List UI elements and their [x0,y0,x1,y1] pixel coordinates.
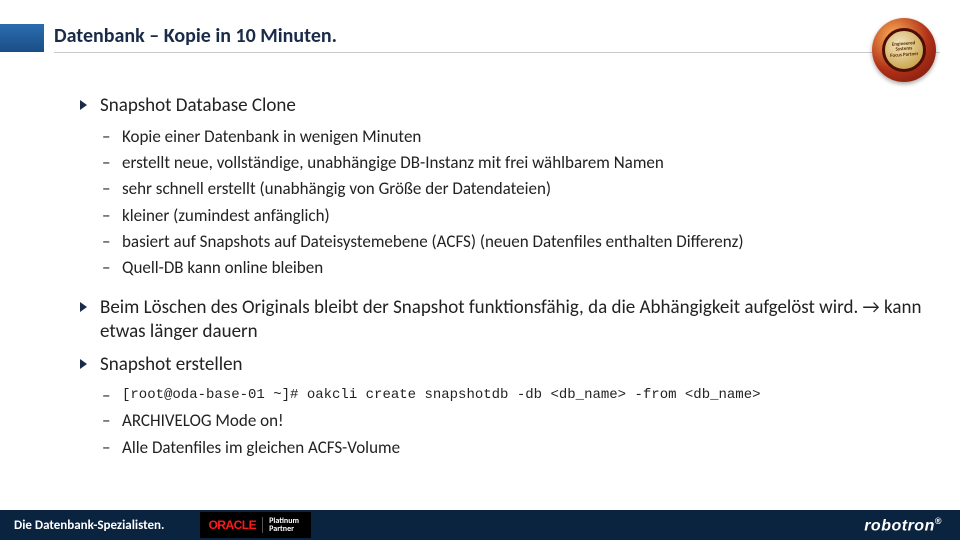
title-bar: Datenbank – Kopie in 10 Minuten. [0,24,960,58]
sub-item: –erstellt neue, vollständige, unabhängig… [80,150,932,176]
triangle-icon [80,359,87,369]
dash-icon: – [102,381,110,412]
sub-item-text: Kopie einer Datenbank in wenigen Minuten [122,126,421,147]
title-underline [54,52,940,53]
slide-content: Snapshot Database Clone –Kopie einer Dat… [80,94,932,461]
badge-inner: Engineered SystemsFocus Partner [882,28,926,72]
sub-item-text: Alle Datenfiles im gleichen ACFS-Volume [122,437,400,458]
dash-icon: – [102,176,110,202]
title-accent-block [0,24,44,52]
sub-item: –Quell-DB kann online bleiben [80,255,932,281]
sub-item-text: sehr schnell erstellt (unabhängig von Gr… [122,178,551,199]
slide-title: Datenbank – Kopie in 10 Minuten. [54,24,337,48]
sub-item: –sehr schnell erstellt (unabhängig von G… [80,176,932,202]
sub-list: –Kopie einer Datenbank in wenigen Minute… [80,124,932,282]
sub-item: –Kopie einer Datenbank in wenigen Minute… [80,124,932,150]
badge-text: Engineered SystemsFocus Partner [884,41,923,59]
bullet-delete-original: Beim Löschen des Originals bleibt der Sn… [80,296,932,344]
oracle-partner-badge: ORACLE PlatinumPartner [200,512,311,538]
oracle-logo: ORACLE [208,518,256,532]
bullet-text: Snapshot erstellen [100,353,243,376]
dash-icon: – [102,255,110,281]
partner-badge: Engineered SystemsFocus Partner [872,18,936,82]
dash-icon: – [102,203,110,229]
bullet-text: Beim Löschen des Originals bleibt der Sn… [100,296,921,343]
sub-item-text: ARCHIVELOG Mode on! [122,410,284,431]
bullet-snapshot-clone: Snapshot Database Clone [80,94,932,118]
dash-icon: – [102,408,110,434]
sub-item-command: –[root@oda-base-01 ~]# oakcli create sna… [80,383,932,408]
oracle-partner-text: PlatinumPartner [262,517,299,533]
sub-item: –Alle Datenfiles im gleichen ACFS-Volume [80,435,932,461]
sub-item-text: kleiner (zumindest anfänglich) [122,205,330,226]
sub-item-text: basiert auf Snapshots auf Dateisystemebe… [122,231,744,252]
sub-item-text: erstellt neue, vollständige, unabhängige… [122,152,664,173]
footer-bar: Die Datenbank-Spezialisten. ORACLE Plati… [0,510,960,540]
sub-item-text: Quell-DB kann online bleiben [122,257,323,278]
bullet-text: Snapshot Database Clone [100,94,296,117]
footer-tagline: Die Datenbank-Spezialisten. [0,518,164,533]
triangle-icon [80,100,87,110]
dash-icon: – [102,124,110,150]
triangle-icon [80,302,87,312]
sub-item: –kleiner (zumindest anfänglich) [80,203,932,229]
sub-list: –[root@oda-base-01 ~]# oakcli create sna… [80,383,932,461]
command-text: [root@oda-base-01 ~]# oakcli create snap… [122,387,761,403]
bullet-create-snapshot: Snapshot erstellen [80,353,932,377]
robotron-logo: robotron® [864,516,942,535]
dash-icon: – [102,150,110,176]
dash-icon: – [102,435,110,461]
sub-item: –basiert auf Snapshots auf Dateisystemeb… [80,229,932,255]
sub-item: –ARCHIVELOG Mode on! [80,408,932,434]
dash-icon: – [102,229,110,255]
